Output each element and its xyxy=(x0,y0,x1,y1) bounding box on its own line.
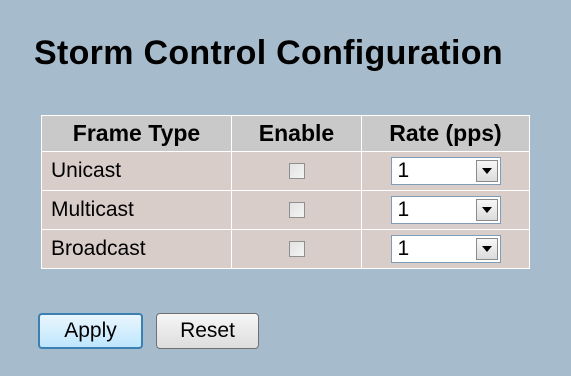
enable-cell xyxy=(231,190,362,230)
unicast-rate-select[interactable]: 1 xyxy=(390,157,501,185)
storm-control-table: Frame Type Enable Rate (pps) Unicast 1 M… xyxy=(41,115,530,269)
rate-cell: 1 xyxy=(361,190,530,230)
chevron-down-icon[interactable] xyxy=(475,160,498,182)
table-header-row: Frame Type Enable Rate (pps) xyxy=(41,115,530,152)
rate-value: 1 xyxy=(397,159,410,182)
frame-type-cell: Multicast xyxy=(41,190,232,230)
table-row: Unicast 1 xyxy=(41,151,530,191)
frame-type-cell: Unicast xyxy=(41,151,232,191)
enable-cell xyxy=(231,229,362,269)
reset-button[interactable]: Reset xyxy=(156,313,259,349)
column-header-rate: Rate (pps) xyxy=(361,115,530,152)
rate-value: 1 xyxy=(397,237,410,260)
multicast-rate-select[interactable]: 1 xyxy=(390,196,501,224)
table-row: Broadcast 1 xyxy=(41,229,530,269)
column-header-frame-type: Frame Type xyxy=(41,115,232,152)
storm-control-page: Storm Control Configuration Frame Type E… xyxy=(0,0,571,376)
apply-button[interactable]: Apply xyxy=(38,313,143,349)
rate-cell: 1 xyxy=(361,151,530,191)
table-row: Multicast 1 xyxy=(41,190,530,230)
page-title: Storm Control Configuration xyxy=(34,34,503,72)
broadcast-rate-select[interactable]: 1 xyxy=(390,235,501,263)
rate-value: 1 xyxy=(397,198,410,221)
rate-cell: 1 xyxy=(361,229,530,269)
chevron-down-icon[interactable] xyxy=(475,199,498,221)
broadcast-enable-checkbox[interactable] xyxy=(288,241,305,258)
unicast-enable-checkbox[interactable] xyxy=(288,163,305,180)
chevron-down-icon[interactable] xyxy=(475,238,498,260)
multicast-enable-checkbox[interactable] xyxy=(288,202,305,219)
frame-type-cell: Broadcast xyxy=(41,229,232,269)
column-header-enable: Enable xyxy=(231,115,362,152)
enable-cell xyxy=(231,151,362,191)
